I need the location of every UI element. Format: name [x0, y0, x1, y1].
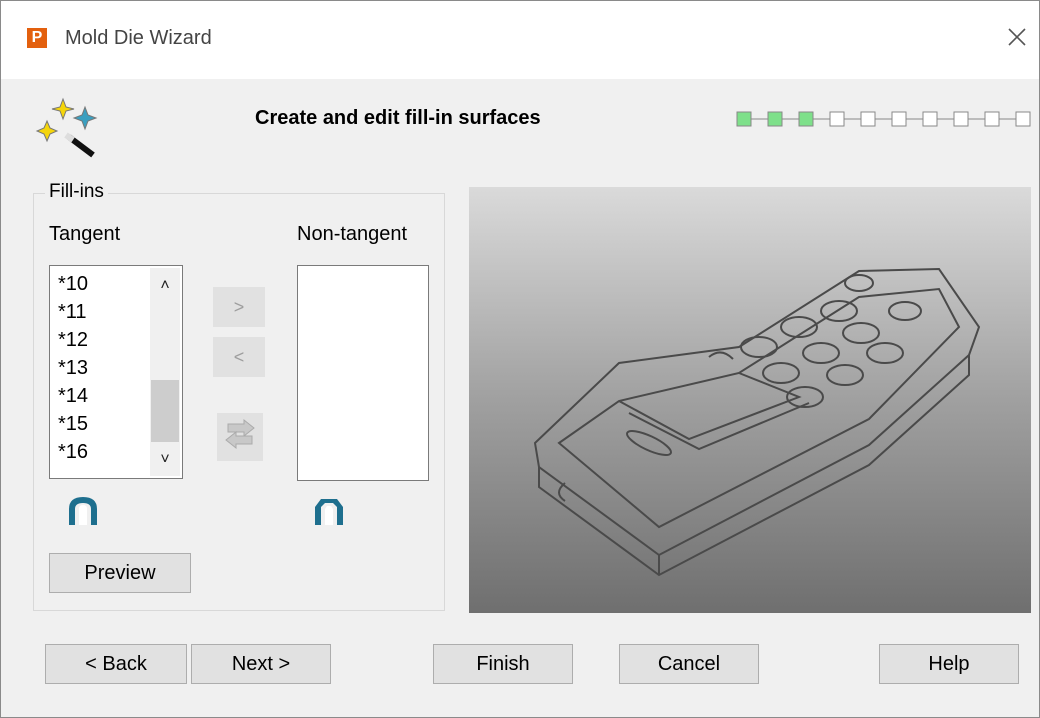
mold-die-wizard-window: P Mold Die Wizard Create and edit fill-i…	[0, 0, 1040, 718]
back-button[interactable]: < Back	[45, 644, 187, 684]
wizard-header: Create and edit fill-in surfaces	[1, 79, 1039, 169]
step-completed	[736, 111, 752, 127]
non-tangent-label: Non-tangent	[297, 223, 408, 245]
model-preview-viewport[interactable]	[469, 187, 1031, 613]
preview-button[interactable]: Preview	[49, 553, 191, 593]
swap-button[interactable]	[217, 413, 263, 461]
magic-wand-icon	[35, 97, 98, 158]
step-pending	[1015, 111, 1031, 127]
non-tangent-fillin-icon[interactable]	[311, 495, 347, 527]
step-pending	[922, 111, 938, 127]
step-pending	[953, 111, 969, 127]
app-logo-icon: P	[27, 28, 47, 48]
step-pending	[891, 111, 907, 127]
wizard-progress-indicator	[736, 111, 1031, 127]
scroll-up-icon[interactable]: ˄	[150, 272, 180, 300]
cancel-button[interactable]: Cancel	[619, 644, 759, 684]
move-left-button[interactable]: <	[213, 337, 265, 377]
step-completed	[767, 111, 783, 127]
scroll-thumb[interactable]	[151, 380, 179, 442]
help-button[interactable]: Help	[879, 644, 1019, 684]
close-icon[interactable]	[1003, 23, 1031, 51]
window-title: Mold Die Wizard	[65, 27, 212, 49]
tangent-scrollbar[interactable]: ˄ ˅	[150, 268, 180, 476]
step-pending	[860, 111, 876, 127]
next-button[interactable]: Next >	[191, 644, 331, 684]
move-right-button[interactable]: >	[213, 287, 265, 327]
tangent-fillin-icon[interactable]	[65, 495, 101, 527]
scroll-down-icon[interactable]: ˅	[150, 446, 180, 474]
tangent-label: Tangent	[49, 223, 121, 245]
page-title: Create and edit fill-in surfaces	[255, 107, 541, 129]
tangent-listbox[interactable]: *10 *11 *12 *13 *14 *15 *16 ˄ ˅	[49, 265, 183, 479]
non-tangent-listbox[interactable]	[297, 265, 429, 481]
finish-button[interactable]: Finish	[433, 644, 573, 684]
step-completed	[798, 111, 814, 127]
swap-arrows-icon	[225, 418, 255, 450]
step-pending	[829, 111, 845, 127]
phone-model-wireframe	[533, 267, 981, 577]
step-pending	[984, 111, 1000, 127]
fill-ins-group-label: Fill-ins	[45, 181, 108, 203]
title-bar: P Mold Die Wizard	[1, 1, 1039, 79]
